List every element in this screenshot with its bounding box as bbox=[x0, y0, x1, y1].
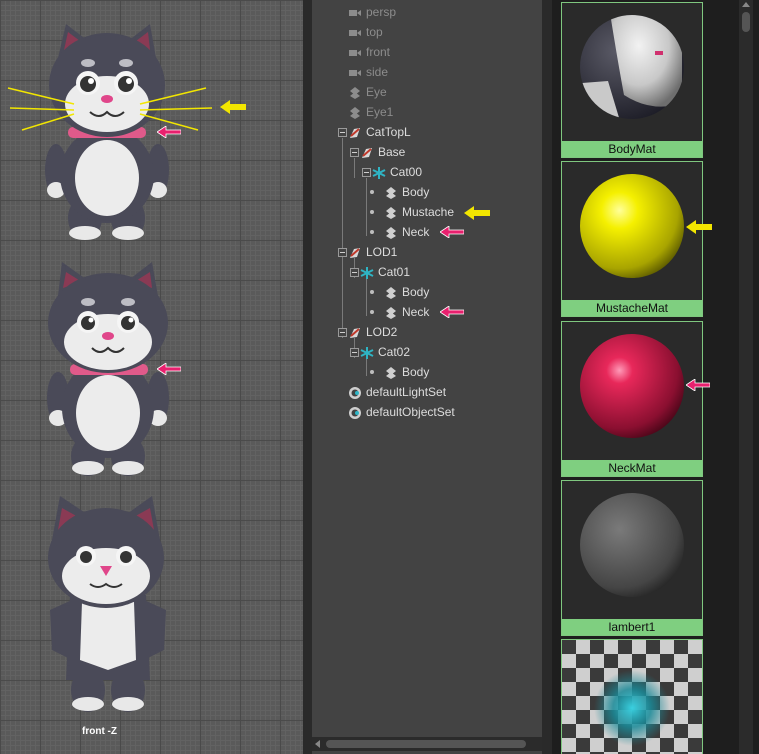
outliner-item-defaultobjectset[interactable]: defaultObjectSet bbox=[348, 402, 455, 422]
outliner-item-lod2[interactable]: LOD2 bbox=[348, 322, 397, 342]
outliner-item-defaultlightset[interactable]: defaultLightSet bbox=[348, 382, 446, 402]
material-swatch-mustachemat[interactable]: MustacheMat bbox=[561, 161, 703, 317]
scrollbar-thumb[interactable] bbox=[742, 12, 750, 32]
transform-icon bbox=[386, 206, 396, 219]
outliner-item-eye1[interactable]: Eye1 bbox=[348, 102, 393, 122]
viewport-camera-label: front -Z bbox=[82, 726, 117, 737]
camera-icon bbox=[349, 69, 361, 76]
body-material-sphere-icon bbox=[580, 15, 684, 119]
yellow-arrow-icon bbox=[220, 100, 246, 114]
outliner-item-eye[interactable]: Eye bbox=[348, 82, 387, 102]
outliner-item-neck[interactable]: Neck bbox=[384, 302, 429, 322]
neck-material-sphere-icon bbox=[580, 334, 684, 438]
set-icon bbox=[349, 386, 361, 399]
collapse-toggle-icon[interactable] bbox=[338, 128, 347, 137]
scroll-up-icon[interactable] bbox=[742, 2, 750, 7]
outliner-item-body[interactable]: Body bbox=[384, 182, 429, 202]
pink-arrow-icon bbox=[440, 306, 464, 318]
cat-model-lod2[interactable] bbox=[0, 490, 303, 735]
yellow-arrow-icon bbox=[464, 206, 490, 220]
pink-arrow-icon bbox=[157, 126, 181, 138]
panel-splitter[interactable] bbox=[303, 0, 312, 754]
camera-icon bbox=[349, 49, 361, 56]
joint-icon bbox=[360, 346, 374, 359]
lambert-material-sphere-icon bbox=[580, 493, 684, 597]
cat-model-base[interactable] bbox=[0, 0, 303, 245]
outliner-item-body[interactable]: Body bbox=[384, 282, 429, 302]
transform-icon bbox=[350, 106, 360, 119]
viewport-panel[interactable]: front -Z bbox=[0, 0, 303, 754]
material-swatch-lambert1[interactable]: lambert1 bbox=[561, 480, 703, 636]
material-label: MustacheMat bbox=[562, 300, 702, 316]
outliner-item-cat02[interactable]: Cat02 bbox=[360, 342, 410, 362]
collapse-toggle-icon[interactable] bbox=[350, 268, 359, 277]
collapse-toggle-icon[interactable] bbox=[362, 168, 371, 177]
camera-icon bbox=[349, 29, 361, 36]
collapse-toggle-icon[interactable] bbox=[350, 148, 359, 157]
camera-icon bbox=[349, 9, 361, 16]
outliner-item-cattopl[interactable]: CatTopL bbox=[348, 122, 411, 142]
material-browser-panel[interactable]: BodyMat MustacheMat NeckMat lambert1 bbox=[552, 0, 759, 754]
outliner-item-side[interactable]: side bbox=[348, 62, 388, 82]
outliner-item-neck[interactable]: Neck bbox=[384, 222, 429, 242]
material-label: lambert1 bbox=[562, 619, 702, 635]
transform-icon bbox=[350, 86, 360, 99]
outliner-panel[interactable]: persp top front side Eye Eye1 CatTopL Ba… bbox=[312, 0, 542, 754]
pink-arrow-icon bbox=[157, 363, 181, 375]
outliner-item-persp[interactable]: persp bbox=[348, 2, 396, 22]
outliner-item-cat01[interactable]: Cat01 bbox=[360, 262, 410, 282]
set-icon bbox=[349, 406, 361, 419]
transform-icon bbox=[386, 306, 396, 319]
scroll-left-icon[interactable] bbox=[315, 740, 320, 748]
cat-model-lod1[interactable] bbox=[0, 248, 303, 493]
outliner-item-base[interactable]: Base bbox=[360, 142, 405, 162]
outliner-horizontal-scrollbar[interactable] bbox=[312, 737, 542, 751]
material-swatch-neckmat[interactable]: NeckMat bbox=[561, 321, 703, 477]
lod-group-icon bbox=[350, 327, 360, 338]
material-swatch-bodymat[interactable]: BodyMat bbox=[561, 2, 703, 158]
lod-group-icon bbox=[350, 127, 360, 138]
scrollbar-thumb[interactable] bbox=[326, 740, 526, 748]
outliner-item-mustache[interactable]: Mustache bbox=[384, 202, 454, 222]
mustache-material-sphere-icon bbox=[580, 174, 684, 278]
lod-group-icon bbox=[350, 247, 360, 258]
transform-icon bbox=[386, 186, 396, 199]
outliner-item-lod1[interactable]: LOD1 bbox=[348, 242, 397, 262]
joint-icon bbox=[372, 166, 386, 179]
outliner-item-front[interactable]: front bbox=[348, 42, 390, 62]
collapse-toggle-icon[interactable] bbox=[350, 348, 359, 357]
material-vertical-scrollbar[interactable] bbox=[739, 0, 753, 754]
transform-icon bbox=[386, 226, 396, 239]
material-swatch-checker[interactable] bbox=[561, 639, 703, 754]
outliner-item-top[interactable]: top bbox=[348, 22, 383, 42]
pink-arrow-icon bbox=[686, 379, 710, 391]
joint-icon bbox=[360, 266, 374, 279]
transform-icon bbox=[386, 366, 396, 379]
checker-material-sphere-icon bbox=[562, 640, 702, 754]
pink-arrow-icon bbox=[440, 226, 464, 238]
collapse-toggle-icon[interactable] bbox=[338, 248, 347, 257]
lod-group-icon bbox=[362, 147, 372, 158]
yellow-arrow-icon bbox=[686, 220, 712, 234]
material-label: BodyMat bbox=[562, 141, 702, 157]
material-label: NeckMat bbox=[562, 460, 702, 476]
outliner-item-body[interactable]: Body bbox=[384, 362, 429, 382]
panel-splitter[interactable] bbox=[542, 0, 552, 754]
collapse-toggle-icon[interactable] bbox=[338, 328, 347, 337]
transform-icon bbox=[386, 286, 396, 299]
outliner-item-cat00[interactable]: Cat00 bbox=[372, 162, 422, 182]
